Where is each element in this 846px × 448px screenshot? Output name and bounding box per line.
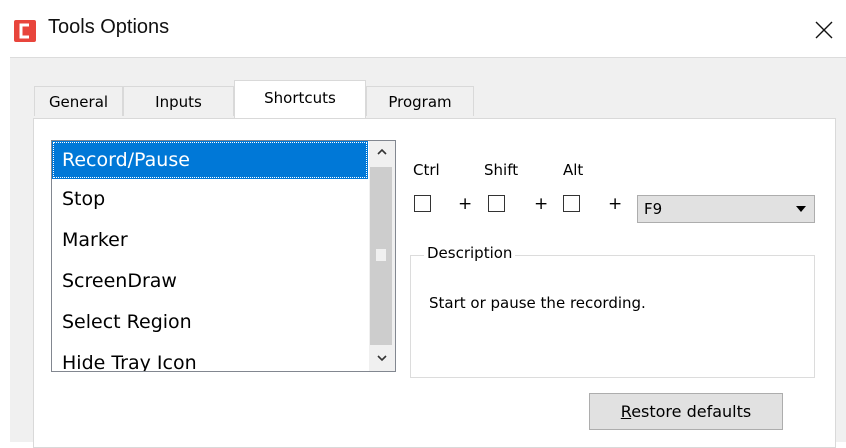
description-text: Start or pause the recording. (429, 294, 646, 312)
list-item-screendraw[interactable]: ScreenDraw (52, 261, 368, 302)
list-item-record-pause[interactable]: Record/Pause (52, 141, 368, 179)
chevron-down-icon (377, 355, 387, 362)
restore-accel-letter: R (620, 402, 632, 421)
shortcut-list-items: Record/Pause Stop Marker ScreenDraw Sele… (52, 141, 368, 371)
tab-shortcuts[interactable]: Shortcuts (234, 80, 366, 118)
dropdown-arrow-icon (796, 206, 806, 212)
close-button[interactable] (802, 10, 846, 54)
tab-program[interactable]: Program (366, 86, 474, 116)
tab-general[interactable]: General (34, 86, 123, 116)
description-group (410, 255, 815, 378)
shortcut-list[interactable]: Record/Pause Stop Marker ScreenDraw Sele… (51, 140, 396, 372)
key-dropdown-value: F9 (644, 200, 663, 218)
list-scrollbar[interactable] (369, 141, 395, 371)
plus-sign: + (608, 194, 623, 214)
window-title: Tools Options (48, 16, 170, 38)
shift-checkbox[interactable] (488, 195, 505, 212)
list-item-stop[interactable]: Stop (52, 179, 368, 220)
shift-label: Shift (484, 161, 519, 179)
dialog-body: General Inputs Shortcuts Program Record/… (10, 57, 846, 448)
scroll-down-button[interactable] (369, 347, 395, 371)
restore-label: estore defaults (631, 402, 752, 421)
tab-inputs[interactable]: Inputs (123, 86, 234, 116)
close-icon (815, 21, 833, 39)
restore-defaults-button[interactable]: Restore defaults (589, 393, 783, 430)
plus-sign: + (534, 194, 549, 214)
ctrl-checkbox[interactable] (414, 195, 431, 212)
app-logo-icon (14, 20, 36, 42)
list-item-marker[interactable]: Marker (52, 220, 368, 261)
chevron-up-icon (377, 148, 387, 155)
scroll-thumb-grip (376, 249, 386, 261)
list-item-hide-tray-icon[interactable]: Hide Tray Icon (52, 343, 368, 371)
scroll-thumb[interactable] (370, 167, 392, 345)
description-legend: Description (424, 244, 516, 262)
alt-label: Alt (563, 161, 584, 179)
scroll-up-button[interactable] (369, 141, 395, 165)
list-item-select-region[interactable]: Select Region (52, 302, 368, 343)
ctrl-label: Ctrl (413, 161, 440, 179)
alt-checkbox[interactable] (563, 195, 580, 212)
plus-sign: + (458, 194, 473, 214)
title-bar: Tools Options (0, 0, 846, 64)
key-dropdown[interactable]: F9 (637, 195, 815, 223)
